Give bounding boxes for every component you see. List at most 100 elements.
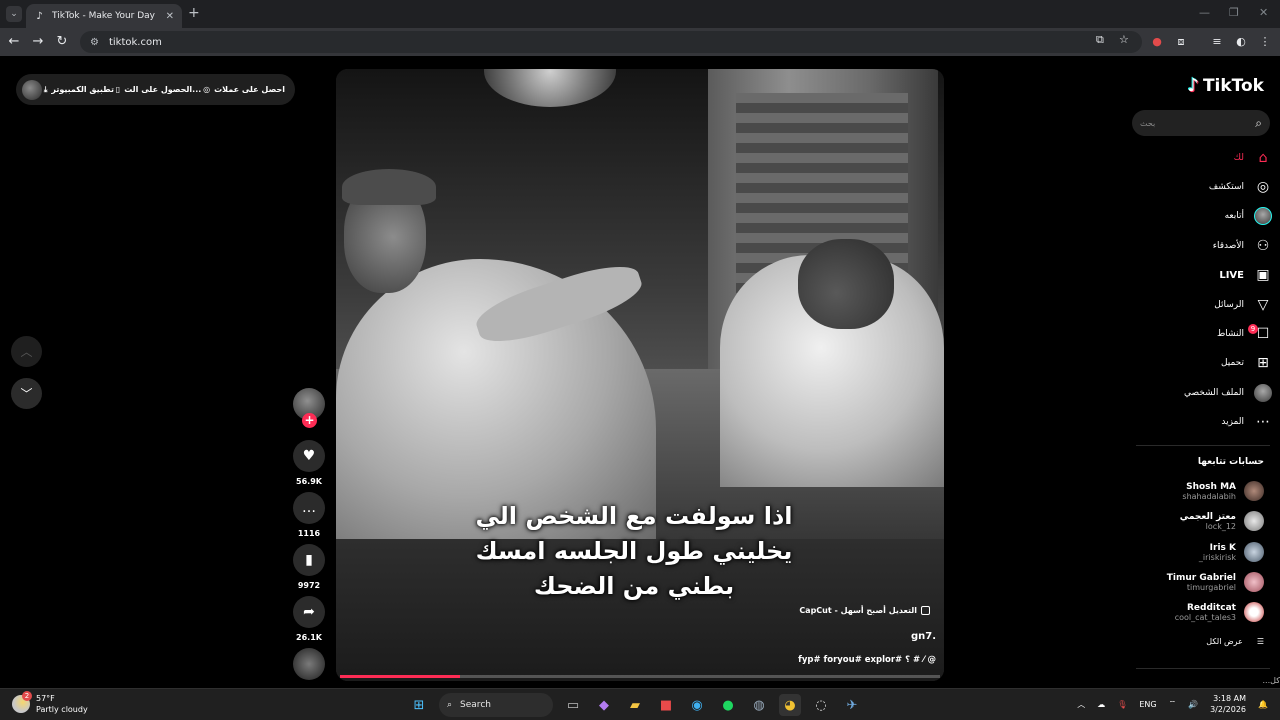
upload-icon: ⊞: [1257, 355, 1269, 371]
cloud-icon[interactable]: ☁: [1097, 700, 1105, 709]
tiktok-page: ⤓ تطبيق الكمبيوتر ▯ الحصول على الت... ◎ …: [0, 56, 1280, 688]
user-avatar[interactable]: [22, 79, 42, 100]
caption-line-1: اذا سولفت مع الشخص الي: [475, 502, 793, 530]
sidebar-item-live[interactable]: ▣ LIVE: [1132, 262, 1272, 288]
volume-icon[interactable]: 🔊: [1188, 700, 1198, 709]
video-progress-bar[interactable]: [340, 675, 940, 678]
bookmark-icon[interactable]: ▮: [293, 544, 325, 576]
live-icon: ▣: [1256, 267, 1270, 283]
install-app-icon[interactable]: ⧉: [1096, 33, 1104, 47]
tab-search-button[interactable]: ⌄: [6, 6, 22, 22]
sidebar-item-for-you[interactable]: ⌂ لك: [1132, 145, 1272, 171]
account-name: Shosh MA: [1186, 481, 1236, 492]
chrome-icon[interactable]: ◕: [779, 694, 801, 716]
following-accounts-title: حسابات تتابعها: [1197, 457, 1264, 467]
start-icon[interactable]: ⊞: [408, 694, 430, 716]
comment-icon[interactable]: …: [293, 492, 325, 524]
file-explorer-icon[interactable]: ▰: [624, 694, 646, 716]
following-account[interactable]: معتز العجمي lock_12: [1134, 508, 1264, 534]
close-icon[interactable]: ✕: [166, 11, 174, 22]
browser-tab[interactable]: ♪ TikTok - Make Your Day ✕: [26, 4, 182, 28]
search-icon[interactable]: ⌕: [1255, 116, 1262, 131]
next-video-button[interactable]: ﹀: [11, 378, 42, 409]
heart-icon[interactable]: ♥: [293, 440, 325, 472]
weather-description: Partly cloudy: [36, 705, 88, 714]
minimize-icon[interactable]: —: [1199, 6, 1210, 19]
sidebar-item-activity[interactable]: ☐ 9 النشاط: [1132, 321, 1272, 347]
chevron-up-icon[interactable]: ︿: [1077, 699, 1085, 710]
get-coins-link[interactable]: ◎ احصل على عملات: [203, 85, 285, 94]
video-hashtags[interactable]: fyp# foryou# explor# ؟ # ⁄ @: [798, 655, 936, 665]
steam-alt-icon[interactable]: ✈: [841, 694, 863, 716]
maximize-icon[interactable]: ❐: [1229, 6, 1239, 19]
address-bar[interactable]: ⚙ tiktok.com: [80, 31, 1142, 53]
url-text: tiktok.com: [108, 36, 162, 48]
capcut-icon: [921, 606, 930, 615]
account-name: Timur Gabriel: [1166, 572, 1236, 583]
following-account[interactable]: Shosh MA shahadalabih: [1134, 478, 1264, 504]
search-input[interactable]: ⌕ بحث: [1132, 110, 1270, 136]
like-action[interactable]: ♥ 56.9K: [293, 440, 325, 486]
following-account[interactable]: Timur Gabriel timurgabriel: [1134, 569, 1264, 595]
get-app-link[interactable]: ▯ الحصول على الت...: [116, 85, 202, 94]
new-tab-button[interactable]: +: [188, 6, 200, 20]
previous-video-button[interactable]: ︿: [11, 336, 42, 367]
chevron-down-icon: ﹀: [20, 387, 33, 401]
bookmark-star-icon[interactable]: ☆: [1119, 33, 1129, 46]
task-view-icon[interactable]: ▭: [562, 694, 584, 716]
sidebar-item-following[interactable]: أتابعه: [1132, 203, 1272, 229]
see-all-link[interactable]: ☰ عرض الكل: [1206, 637, 1264, 646]
weather-widget[interactable]: 2 57°F Partly cloudy: [12, 691, 88, 715]
system-tray: ︿ ☁ 🎙 ENG ⌔ 🔊 3:18 AM 3/2/2026 🔔: [1077, 693, 1268, 715]
sidebar-item-explore[interactable]: ◎ استكشف: [1132, 174, 1272, 200]
store-icon[interactable]: ■: [655, 694, 677, 716]
share-icon[interactable]: ➦: [293, 596, 325, 628]
sidebar-item-profile[interactable]: الملف الشخصي: [1132, 380, 1272, 406]
video-player[interactable]: اذا سولفت مع الشخص الي يخليني طول الجلسه…: [336, 69, 944, 681]
sidebar-item-more[interactable]: ⋯ المزيد: [1132, 409, 1272, 435]
reload-icon[interactable]: ↻: [54, 34, 70, 50]
github-icon[interactable]: ◌: [810, 694, 832, 716]
following-account[interactable]: Iris K _iriskirisk: [1134, 539, 1264, 565]
account-handle: _iriskirisk: [1198, 552, 1236, 562]
tiktok-logo[interactable]: ♪ TikTok: [1187, 75, 1264, 96]
clock[interactable]: 3:18 AM 3/2/2026: [1210, 693, 1246, 715]
get-app-label: الحصول على الت...: [124, 85, 202, 94]
sidebar-item-upload[interactable]: ⊞ تحميل: [1132, 350, 1272, 376]
sidebar-item-friends[interactable]: ⚇ الأصدقاء: [1132, 233, 1272, 259]
weather-temp: 57°F: [36, 694, 55, 703]
account-handle: cool_cat_tales3: [1174, 612, 1236, 622]
desktop-app-link[interactable]: ⤓ تطبيق الكمبيوتر: [44, 85, 114, 95]
sidebar-item-label: استكشف: [1208, 182, 1244, 192]
comment-action[interactable]: … 1116: [293, 492, 325, 538]
follow-plus-button[interactable]: +: [302, 413, 317, 428]
sidebar-divider: [1136, 445, 1270, 446]
music-disc-icon[interactable]: [293, 648, 325, 680]
caption-line-3: بطني من الضحك: [533, 572, 735, 600]
profile-avatar-icon[interactable]: ◐: [1233, 34, 1249, 50]
extension-icon[interactable]: ●: [1149, 34, 1165, 50]
copilot-icon[interactable]: ◆: [593, 694, 615, 716]
following-avatar: [1254, 207, 1272, 225]
media-controls-icon[interactable]: ≡: [1209, 34, 1225, 50]
edge-icon[interactable]: ◉: [686, 694, 708, 716]
save-action[interactable]: ▮ 9972: [293, 544, 325, 590]
following-account[interactable]: Redditcat cool_cat_tales3: [1134, 599, 1264, 625]
share-action[interactable]: ➦ 26.1K: [293, 596, 325, 642]
back-icon[interactable]: ←: [6, 34, 22, 50]
language-indicator[interactable]: ENG: [1139, 700, 1156, 709]
taskbar-search[interactable]: ⌕ Search: [439, 693, 553, 717]
steam-icon[interactable]: ◍: [748, 694, 770, 716]
wifi-icon[interactable]: ⌔: [1169, 699, 1177, 709]
site-info-icon[interactable]: ⚙: [90, 37, 99, 48]
chrome-menu-icon[interactable]: ⋮: [1257, 34, 1273, 50]
spotify-icon[interactable]: ●: [717, 694, 739, 716]
sidebar-item-messages[interactable]: ▽ الرسائل: [1132, 292, 1272, 318]
browser-tab-strip: ⌄ ♪ TikTok - Make Your Day ✕ + — ❐ ✕: [0, 0, 1280, 28]
window-close-icon[interactable]: ✕: [1259, 6, 1268, 19]
capcut-tag[interactable]: CapCut - التعديل أصبح أسهل: [799, 606, 930, 615]
notifications-icon[interactable]: 🔔: [1258, 700, 1268, 709]
extensions-puzzle-icon[interactable]: ⧈: [1173, 34, 1189, 50]
microphone-icon[interactable]: 🎙: [1117, 700, 1127, 709]
forward-icon[interactable]: →: [30, 34, 46, 50]
